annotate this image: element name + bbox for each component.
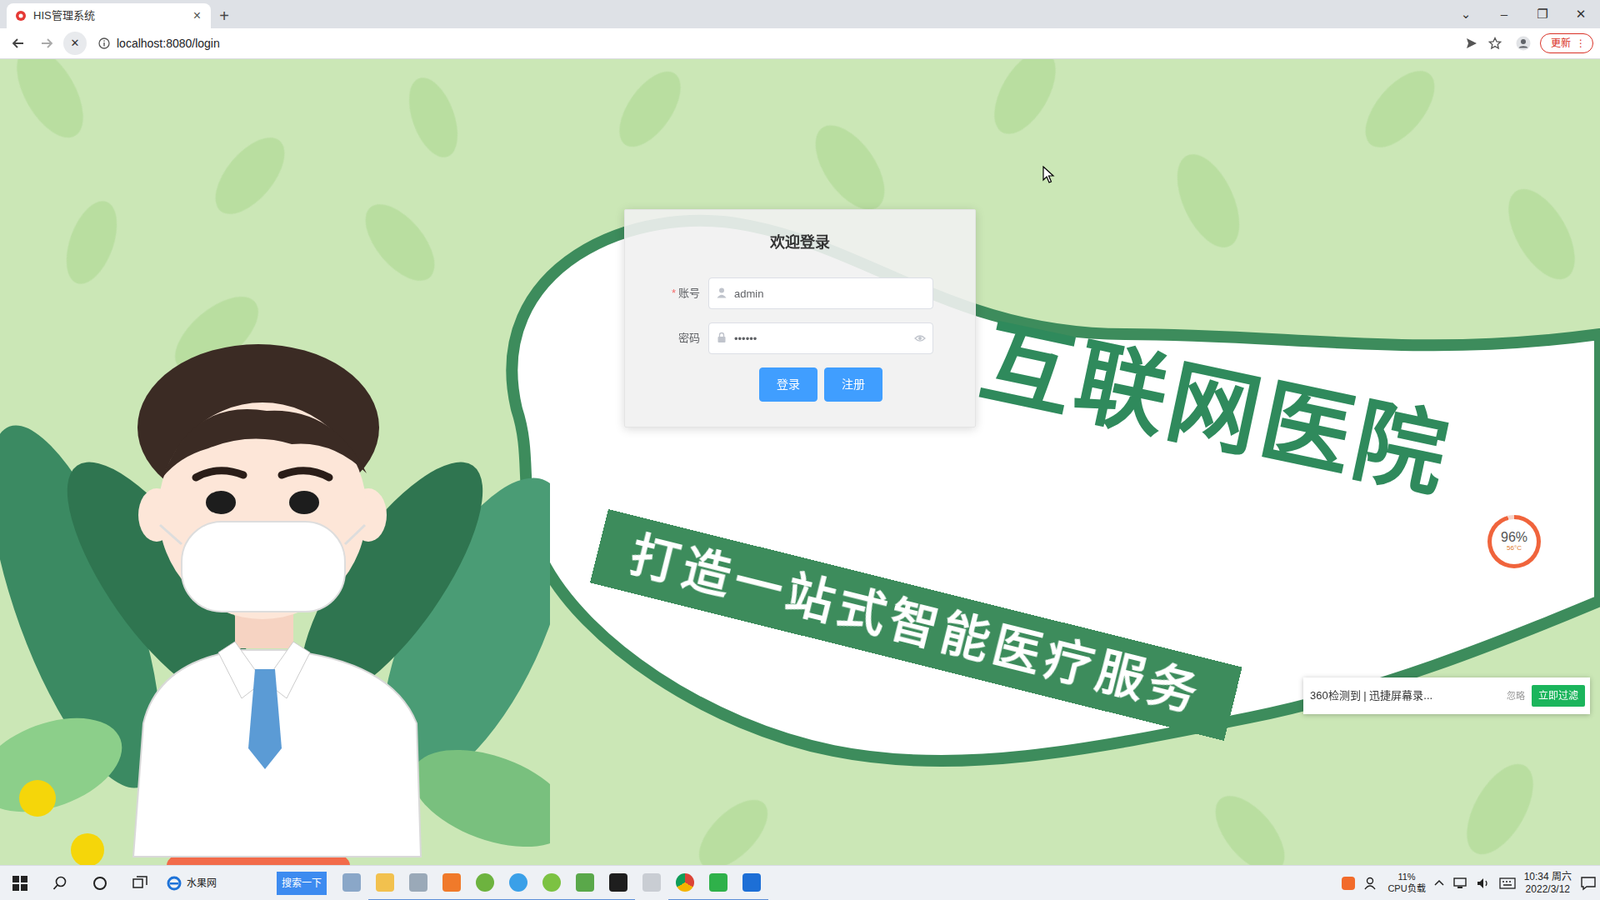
stop-button[interactable]: ✕ [63, 31, 87, 55]
cursor-icon [1042, 165, 1056, 185]
task-view-icon[interactable] [120, 865, 160, 900]
login-page: 互联网医院 打造一站式智能医疗服务 欢迎登录 *账号密码 登录注册 96% 56… [0, 59, 1600, 865]
tab-title: HIS管理系统 [33, 7, 95, 25]
login-button[interactable]: 登录 [759, 367, 818, 402]
pinned-site[interactable]: 水果网 [160, 875, 277, 891]
tab-close-button[interactable]: × [191, 9, 203, 23]
network-icon[interactable] [1452, 876, 1468, 890]
chrome-icon[interactable] [668, 865, 702, 900]
hbuilder-icon[interactable] [701, 865, 735, 900]
eye-icon [914, 332, 926, 345]
spring-icon[interactable] [468, 865, 502, 900]
star-icon[interactable] [1483, 31, 1507, 55]
folder-icon[interactable] [368, 865, 402, 900]
favicon-icon [15, 10, 27, 22]
field-label: 密码 [650, 330, 709, 347]
doctor-illustration [0, 331, 550, 865]
required-mark: * [671, 286, 676, 300]
windows-icon[interactable] [0, 865, 40, 900]
system-tray: 11% CPU负载 10:34 周六 2022/3/12 [1340, 870, 1597, 895]
close-button[interactable]: ✕ [1561, 0, 1600, 29]
user-icon [715, 286, 728, 299]
profile-icon[interactable] [1511, 31, 1535, 55]
browser-tab[interactable]: HIS管理系统 × [6, 3, 211, 29]
form-row: *账号 [650, 277, 950, 310]
notification-popup: 360检测到 | 迅捷屏幕录... 忽略 立即过滤 [1303, 677, 1590, 715]
omnibox[interactable]: localhost:8080/login [98, 35, 1460, 53]
dismiss-button[interactable]: 忽略 [1506, 689, 1525, 704]
sogou-icon[interactable] [1340, 875, 1356, 891]
new-tab-button[interactable]: + [210, 3, 238, 29]
volume-icon[interactable] [1475, 876, 1491, 890]
filter-button[interactable]: 立即过滤 [1531, 685, 1585, 707]
lock-icon [715, 331, 728, 344]
app-icon[interactable] [635, 865, 669, 900]
cpu-load[interactable]: 11% CPU负载 [1387, 871, 1425, 894]
app-icon[interactable] [535, 865, 569, 900]
field-label: *账号 [650, 285, 709, 302]
app-icon[interactable] [501, 865, 535, 900]
menu-button[interactable]: ⋮ [1575, 35, 1586, 51]
info-icon[interactable] [98, 37, 110, 50]
keyboard-icon[interactable] [1499, 877, 1516, 890]
terminal-icon[interactable] [601, 865, 635, 900]
restore-button[interactable]: ❐ [1523, 0, 1562, 29]
app-icon[interactable] [435, 865, 469, 900]
field-wrap [708, 277, 934, 310]
notepad-icon[interactable] [568, 865, 602, 900]
clock[interactable]: 10:34 周六 2022/3/12 [1524, 870, 1572, 895]
search-button[interactable]: 搜索一下 [276, 871, 327, 895]
send-icon[interactable] [1465, 36, 1479, 50]
cortana-icon[interactable] [80, 865, 120, 900]
update-button[interactable]: 更新 ⋮ [1540, 33, 1594, 54]
chevron-up-icon[interactable] [1434, 878, 1445, 889]
url-text[interactable]: localhost:8080/login [116, 35, 220, 53]
photos-icon[interactable] [401, 865, 435, 900]
login-title: 欢迎登录 [650, 231, 950, 255]
cpu-reading: 96% [1500, 530, 1528, 545]
notification-text: 360检测到 | 迅捷屏幕录... [1310, 687, 1433, 705]
register-button[interactable]: 注册 [824, 367, 883, 402]
cpu-temperature: 56°C [1506, 545, 1522, 552]
login-card: 欢迎登录 *账号密码 登录注册 [624, 209, 976, 428]
address-bar: ✕ localhost:8080/login 更新 ⋮ [0, 28, 1600, 60]
username-input[interactable] [708, 277, 934, 310]
people-icon[interactable] [1364, 875, 1380, 891]
button-row: 登录注册 [708, 367, 934, 402]
cpu-meter[interactable]: 96% 56°C [1487, 515, 1541, 569]
form-row: 密码 [650, 322, 950, 355]
tab-search-button[interactable]: ⌄ [1446, 0, 1485, 29]
field-wrap [708, 322, 934, 355]
password-input[interactable] [708, 322, 934, 355]
app-icon[interactable] [335, 865, 369, 900]
back-icon[interactable] [6, 31, 30, 55]
tab-strip: HIS管理系统 × + ⌄–❐✕ [0, 0, 1600, 29]
taskbar: 水果网 搜索一下 11% CPU负载 10:34 周六 [0, 865, 1600, 900]
minimize-button[interactable]: – [1485, 0, 1524, 29]
forward-icon[interactable] [35, 31, 59, 55]
recorder-icon[interactable] [735, 865, 769, 900]
notification-center-icon[interactable] [1580, 875, 1597, 891]
ie-icon [166, 875, 182, 891]
search-icon[interactable] [40, 865, 80, 900]
